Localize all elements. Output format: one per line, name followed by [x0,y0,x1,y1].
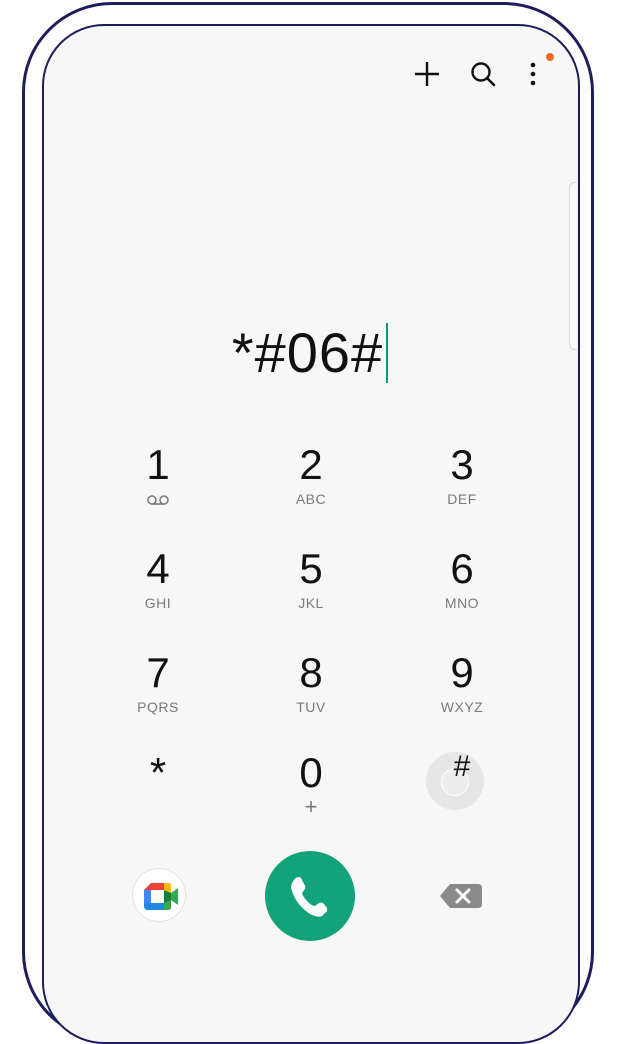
key-5[interactable]: 5 JKL [251,544,371,634]
key-letters: JKL [298,595,324,611]
key-4[interactable]: 4 GHI [98,544,218,634]
key-digit: 4 [146,545,170,592]
key-digit: 5 [299,545,323,592]
key-0[interactable]: 0 + [251,748,371,838]
key-letters: PQRS [137,699,179,715]
search-button[interactable] [465,56,501,92]
google-meet-icon [144,883,178,910]
key-digit: 9 [450,649,474,696]
notification-dot [546,53,554,61]
key-digit: 2 [299,441,323,488]
backspace-icon [440,884,482,908]
key-digit: * [149,749,167,796]
key-letters: MNO [444,595,480,611]
more-vertical-icon [530,62,536,86]
more-options-button[interactable] [515,56,551,92]
key-2[interactable]: 2 ABC [251,440,371,530]
key-letters: TUV [296,699,326,715]
call-button[interactable] [265,851,355,941]
dialed-number: *#06# [231,321,384,384]
voicemail-icon [147,495,169,505]
search-icon [471,62,496,87]
key-star[interactable]: * [98,748,218,838]
dialed-number-field[interactable]: *#06# [160,318,460,388]
add-contact-button[interactable] [409,56,445,92]
text-cursor [386,323,389,383]
edge-panel-handle[interactable] [569,182,577,350]
key-3[interactable]: 3 DEF [402,440,522,530]
key-9[interactable]: 9 WXYZ [402,648,522,738]
key-letters: WXYZ [440,699,484,715]
key-6[interactable]: 6 MNO [402,544,522,634]
key-digit: 6 [450,545,474,592]
key-digit: 3 [450,441,474,488]
key-1[interactable]: 1 [98,440,218,530]
phone-icon [291,877,328,917]
key-letters: DEF [447,491,477,507]
key-hash[interactable]: # [402,742,522,832]
key-letters: ABC [295,491,327,507]
key-digit: 0 [299,749,323,796]
key-letters: GHI [144,595,172,611]
key-8[interactable]: 8 TUV [251,648,371,738]
video-call-button[interactable] [132,868,186,922]
key-digit: 1 [146,441,170,488]
key-digit: # [453,750,471,783]
key-digit: 8 [299,649,323,696]
key-letters: + [304,794,318,819]
plus-icon [415,62,439,86]
key-7[interactable]: 7 PQRS [98,648,218,738]
key-digit: 7 [146,649,170,696]
backspace-button[interactable] [436,878,486,914]
